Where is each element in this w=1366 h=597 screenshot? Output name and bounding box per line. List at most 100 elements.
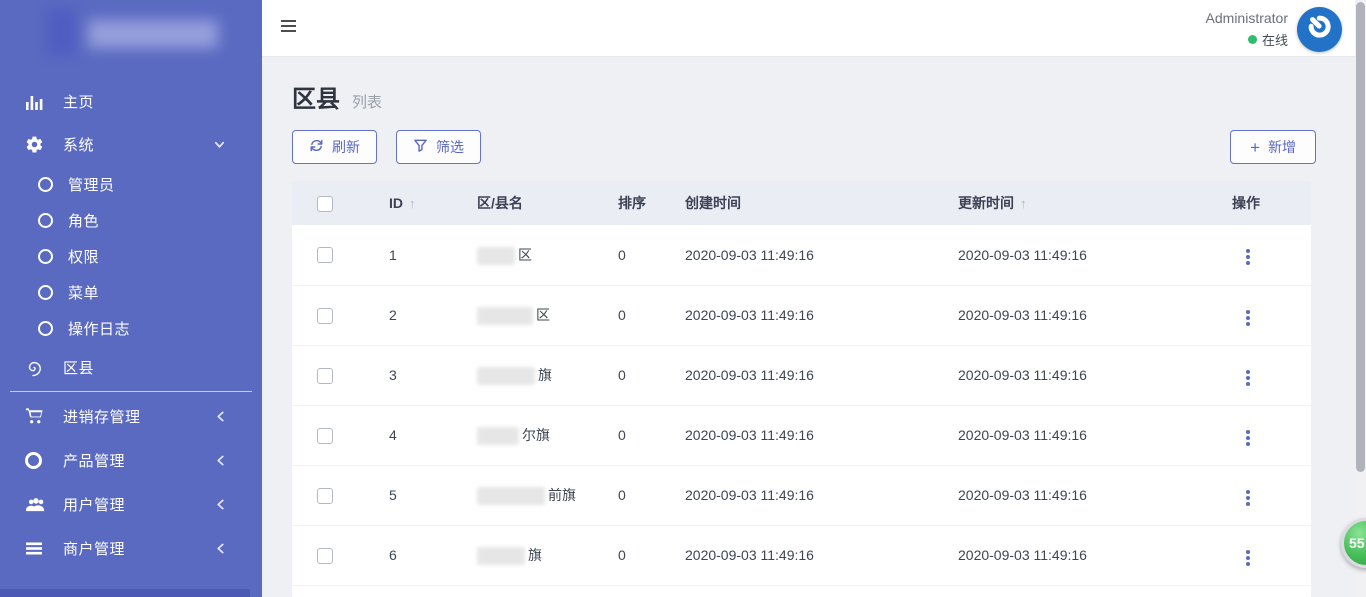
cell-created: 2020-09-03 11:49:16 — [661, 525, 934, 585]
circle-icon — [38, 285, 53, 300]
cell-created: 2020-09-03 11:49:16 — [661, 285, 934, 345]
hamburger-menu-button[interactable] — [281, 20, 296, 35]
cell-actions — [1208, 525, 1311, 585]
cell-id: 4 — [365, 405, 453, 465]
sidebar-item-label: 主页 — [63, 91, 94, 112]
sidebar-item-permissions[interactable]: 权限 — [0, 238, 262, 274]
status-label: 在线 — [1262, 30, 1288, 49]
chevron-down-icon — [213, 138, 226, 151]
chevron-left-icon — [215, 410, 226, 423]
logo-mark-redacted — [47, 9, 75, 55]
sidebar-item-menus[interactable]: 菜单 — [0, 274, 262, 310]
sidebar-item-product-management[interactable]: 产品管理 — [0, 438, 262, 482]
sidebar-item-inventory-management[interactable]: 进销存管理 — [0, 394, 262, 438]
cell-id: 6 — [365, 525, 453, 585]
table-row: 2 区 0 2020-09-03 11:49:16 2020-09-03 11:… — [292, 285, 1311, 345]
avatar[interactable] — [1297, 7, 1342, 52]
cell-sort: 0 — [594, 225, 661, 285]
status-dot — [1248, 35, 1257, 44]
row-actions-kebab-icon[interactable] — [1240, 486, 1256, 510]
row-actions-kebab-icon[interactable] — [1240, 426, 1256, 450]
chevron-left-icon — [215, 498, 226, 511]
row-checkbox[interactable] — [317, 548, 333, 564]
app-logo[interactable] — [0, 0, 262, 80]
select-all-checkbox[interactable] — [317, 196, 333, 212]
sidebar-scrollbar-thumb[interactable] — [0, 589, 250, 597]
cell-actions — [1208, 225, 1311, 285]
row-checkbox[interactable] — [317, 247, 333, 263]
column-header-id[interactable]: ID↑ — [365, 181, 453, 225]
sidebar-item-label: 商户管理 — [63, 538, 125, 559]
page-scrollbar-thumb[interactable] — [1356, 2, 1365, 472]
sidebar-item-admins[interactable]: 管理员 — [0, 166, 262, 202]
filter-button[interactable]: 筛选 — [396, 130, 481, 164]
redacted-name — [477, 247, 515, 265]
cell-name: 旗 — [453, 525, 594, 585]
logo-text-redacted — [88, 20, 218, 48]
sidebar-item-home[interactable]: 主页 — [0, 80, 262, 123]
row-checkbox[interactable] — [317, 368, 333, 384]
cell-name: 尔旗 — [453, 405, 594, 465]
redacted-name — [477, 487, 545, 505]
cell-name: 旗 — [453, 345, 594, 405]
users-icon — [25, 495, 51, 513]
cell-actions — [1208, 285, 1311, 345]
topbar: Administrator 在线 — [262, 0, 1355, 57]
table-row: 3 旗 0 2020-09-03 11:49:16 2020-09-03 11:… — [292, 345, 1311, 405]
sidebar-item-label: 菜单 — [68, 282, 99, 303]
column-header-updated[interactable]: 更新时间↑ — [934, 181, 1208, 225]
cell-updated: 2020-09-03 11:49:16 — [934, 525, 1208, 585]
table-row: 6 旗 0 2020-09-03 11:49:16 2020-09-03 11:… — [292, 525, 1311, 585]
cell-created: 2020-09-03 11:49:16 — [661, 345, 934, 405]
cell-name: 前旗 — [453, 465, 594, 525]
sidebar-item-system[interactable]: 系统 — [0, 123, 262, 166]
row-checkbox[interactable] — [317, 308, 333, 324]
cell-sort: 0 — [594, 525, 661, 585]
districts-table: ID↑ 区/县名 排序 创建时间 更新时间↑ 操作 1 区 0 2020-09 — [292, 181, 1311, 586]
sidebar-item-roles[interactable]: 角色 — [0, 202, 262, 238]
sidebar-item-operation-logs[interactable]: 操作日志 — [0, 310, 262, 346]
sidebar-item-user-management[interactable]: 用户管理 — [0, 482, 262, 526]
sidebar-item-merchant-management[interactable]: 商户管理 — [0, 526, 262, 570]
cart-icon — [25, 407, 51, 425]
row-checkbox[interactable] — [317, 488, 333, 504]
row-actions-kebab-icon[interactable] — [1240, 306, 1256, 330]
row-checkbox[interactable] — [317, 428, 333, 444]
list-icon — [25, 541, 51, 556]
circle-icon — [25, 452, 51, 469]
row-actions-kebab-icon[interactable] — [1240, 366, 1256, 390]
refresh-button[interactable]: 刷新 — [292, 130, 377, 164]
table-header-row: ID↑ 区/县名 排序 创建时间 更新时间↑ 操作 — [292, 181, 1311, 225]
chevron-left-icon — [215, 454, 226, 467]
redacted-name — [477, 547, 525, 565]
chevron-left-icon — [215, 542, 226, 555]
add-button[interactable]: + 新增 — [1230, 130, 1316, 164]
sidebar-item-districts[interactable]: 区县 — [0, 346, 262, 389]
support-float-label: 55 — [1349, 535, 1365, 551]
plus-icon: + — [1250, 139, 1260, 156]
redacted-name — [477, 427, 519, 445]
cell-created: 2020-09-03 11:49:16 — [661, 405, 934, 465]
cell-created: 2020-09-03 11:49:16 — [661, 225, 934, 285]
spiral-icon — [25, 358, 51, 377]
page-scrollbar — [1355, 0, 1366, 597]
column-header-created: 创建时间 — [661, 181, 934, 225]
page-title: 区县 — [292, 79, 340, 114]
table-row: 4 尔旗 0 2020-09-03 11:49:16 2020-09-03 11… — [292, 405, 1311, 465]
sidebar-item-label: 操作日志 — [68, 318, 130, 339]
column-header-sort: 排序 — [594, 181, 661, 225]
table-partial-row — [292, 586, 1311, 597]
page-head: 区县 列表 — [292, 79, 382, 114]
sidebar-item-label: 产品管理 — [63, 450, 125, 471]
sidebar-item-label: 进销存管理 — [63, 406, 141, 427]
sort-asc-icon: ↑ — [409, 196, 416, 211]
cell-actions — [1208, 465, 1311, 525]
cell-sort: 0 — [594, 345, 661, 405]
row-actions-kebab-icon[interactable] — [1240, 245, 1256, 269]
sidebar-nav: 主页 系统 管理员 角色 权限 — [0, 80, 262, 570]
user-info: Administrator 在线 — [1206, 10, 1288, 49]
toolbar: 刷新 筛选 + 新增 — [292, 130, 1316, 164]
page-root: 主页 系统 管理员 角色 权限 — [0, 0, 1366, 597]
row-actions-kebab-icon[interactable] — [1240, 546, 1256, 570]
table-row: 5 前旗 0 2020-09-03 11:49:16 2020-09-03 11… — [292, 465, 1311, 525]
